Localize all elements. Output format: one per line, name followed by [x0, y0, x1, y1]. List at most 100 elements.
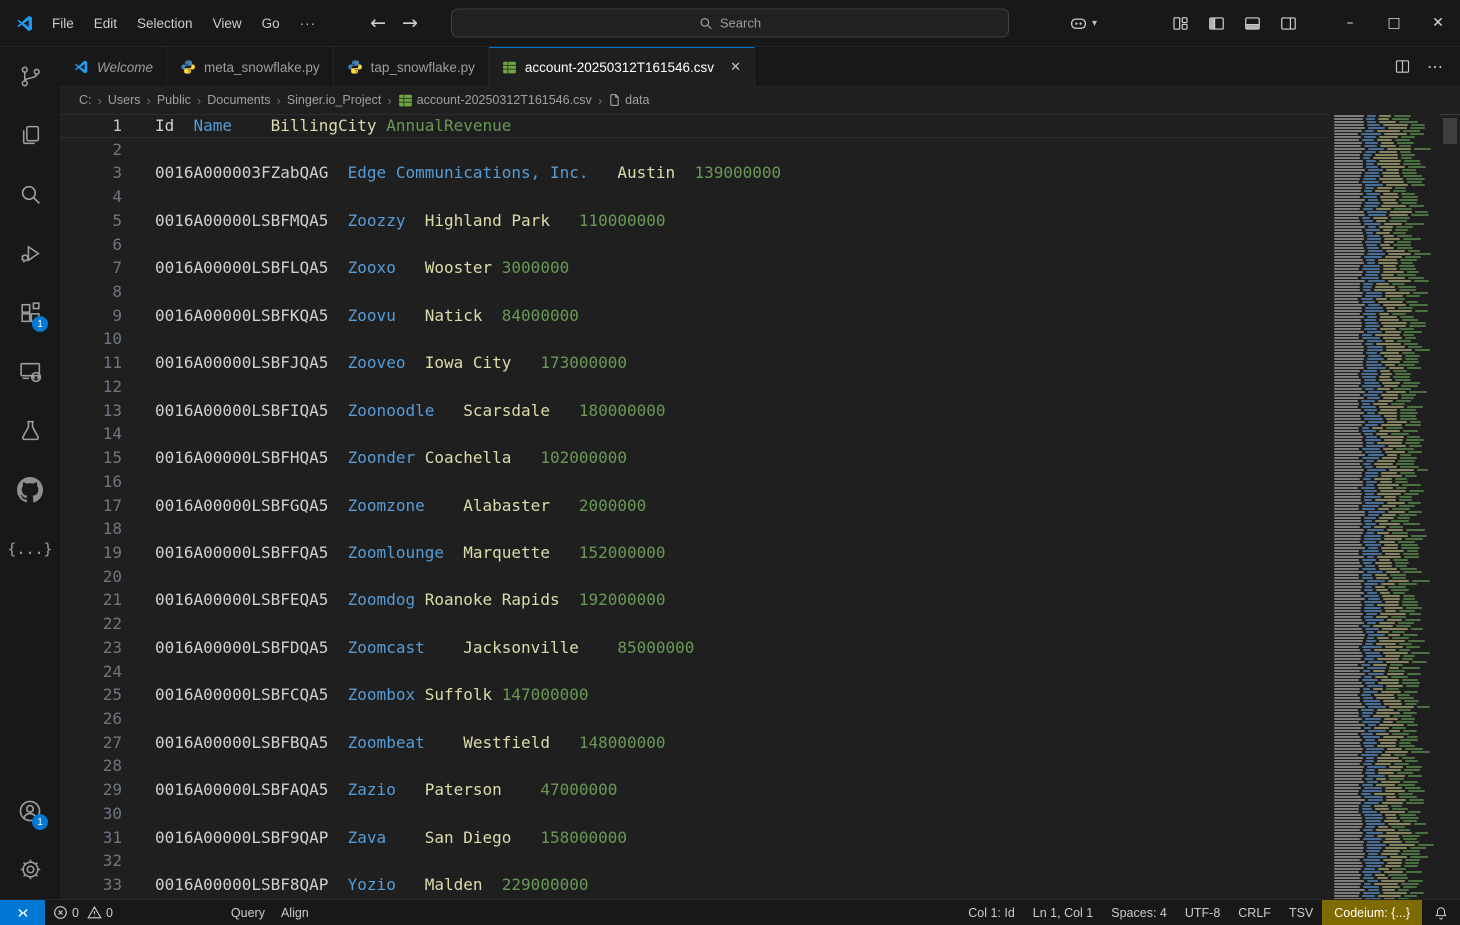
breadcrumb-item[interactable]: account-20250312T161546.csv — [398, 93, 592, 108]
minimize-button[interactable]: – — [1328, 0, 1372, 47]
code-line-33[interactable]: 330016A00000LSBF8QAP Yozio Malden 229000… — [60, 873, 1330, 897]
status-language-mode[interactable]: TSV — [1280, 900, 1322, 925]
breadcrumb: C:›Users›Public›Documents›Singer.io_Proj… — [60, 87, 1460, 113]
toggle-secondary-sidebar-icon[interactable] — [1279, 14, 1298, 33]
scrollbar-thumb[interactable] — [1443, 118, 1457, 144]
accounts-button[interactable]: 1 — [0, 781, 60, 840]
search-input[interactable]: Search — [451, 9, 1009, 38]
sidebar-item-github[interactable] — [0, 460, 60, 519]
menu-edit[interactable]: Edit — [84, 11, 127, 36]
code-line-19[interactable]: 190016A00000LSBFFQA5 Zoomlounge Marquett… — [60, 541, 1330, 565]
code-line-4[interactable]: 4 — [60, 185, 1330, 209]
notifications-bell[interactable] — [1422, 900, 1460, 925]
code-line-26[interactable]: 26 — [60, 707, 1330, 731]
code-line-29[interactable]: 290016A00000LSBFAQA5 Zazio Paterson 4700… — [60, 778, 1330, 802]
line-text: 0016A00000LSBFGQA5 Zoomzone Alabaster 20… — [155, 494, 646, 518]
remote-indicator[interactable] — [0, 900, 45, 925]
tab-tap-snowflake-py[interactable]: tap_snowflake.py — [334, 47, 489, 87]
menu-view[interactable]: View — [203, 11, 252, 36]
sidebar-item-codeium[interactable]: {...} — [0, 519, 60, 578]
code-line-31[interactable]: 310016A00000LSBF9QAP Zava San Diego 1580… — [60, 826, 1330, 850]
editor[interactable]: 1Id Name BillingCity AnnualRevenue230016… — [60, 113, 1460, 899]
sidebar-item-source-control[interactable] — [0, 47, 60, 106]
code-line-2[interactable]: 2 — [60, 138, 1330, 162]
customize-layout-icon[interactable] — [1171, 14, 1190, 33]
code-line-9[interactable]: 90016A00000LSBFKQA5 Zoovu Natick 8400000… — [60, 304, 1330, 328]
code-line-23[interactable]: 230016A00000LSBFDQA5 Zoomcast Jacksonvil… — [60, 636, 1330, 660]
line-text: 0016A00000LSBFKQA5 Zoovu Natick 84000000 — [155, 304, 579, 328]
code-line-27[interactable]: 270016A00000LSBFBQA5 Zoombeat Westfield … — [60, 731, 1330, 755]
sidebar-item-testing[interactable] — [0, 401, 60, 460]
sidebar-item-search[interactable] — [0, 165, 60, 224]
toggle-panel-icon[interactable] — [1243, 14, 1262, 33]
back-arrow-icon[interactable]: ← — [370, 12, 386, 34]
menu-file[interactable]: File — [42, 11, 84, 36]
breadcrumb-item[interactable]: Documents — [207, 93, 270, 107]
code-line-12[interactable]: 12 — [60, 375, 1330, 399]
code-line-13[interactable]: 130016A00000LSBFIQA5 Zoonoodle Scarsdale… — [60, 399, 1330, 423]
code-line-7[interactable]: 70016A00000LSBFLQA5 Zooxo Wooster 300000… — [60, 256, 1330, 280]
code-line-25[interactable]: 250016A00000LSBFCQA5 Zoombox Suffolk 147… — [60, 683, 1330, 707]
code-line-10[interactable]: 10 — [60, 327, 1330, 351]
code-area[interactable]: 1Id Name BillingCity AnnualRevenue230016… — [60, 114, 1330, 899]
sidebar-item-run-debug[interactable] — [0, 224, 60, 283]
toggle-primary-sidebar-icon[interactable] — [1207, 14, 1226, 33]
code-line-3[interactable]: 30016A000003FZabQAG Edge Communications,… — [60, 161, 1330, 185]
code-line-6[interactable]: 6 — [60, 233, 1330, 257]
tab-welcome[interactable]: Welcome — [60, 47, 167, 87]
status-align[interactable]: Align — [273, 900, 317, 925]
split-editor-icon[interactable] — [1394, 58, 1411, 75]
code-line-28[interactable]: 28 — [60, 754, 1330, 778]
status-encoding[interactable]: UTF-8 — [1176, 900, 1229, 925]
code-line-18[interactable]: 18 — [60, 517, 1330, 541]
tab-meta-snowflake-py[interactable]: meta_snowflake.py — [167, 47, 334, 87]
minimap[interactable] — [1332, 115, 1440, 899]
code-line-20[interactable]: 20 — [60, 565, 1330, 589]
close-button[interactable]: ✕ — [1416, 0, 1460, 47]
tab-close-icon[interactable]: ✕ — [730, 59, 741, 75]
more-actions-icon[interactable]: ⋯ — [1427, 57, 1444, 77]
breadcrumb-item[interactable]: Public — [157, 93, 191, 107]
code-line-32[interactable]: 32 — [60, 849, 1330, 873]
line-number: 25 — [60, 683, 122, 707]
code-line-22[interactable]: 22 — [60, 612, 1330, 636]
code-line-15[interactable]: 150016A00000LSBFHQA5 Zoonder Coachella 1… — [60, 446, 1330, 470]
code-line-24[interactable]: 24 — [60, 660, 1330, 684]
breadcrumb-item[interactable]: Singer.io_Project — [287, 93, 382, 107]
warning-icon — [87, 905, 102, 920]
status-codeium[interactable]: Codeium: {...} — [1322, 900, 1422, 925]
code-line-21[interactable]: 210016A00000LSBFEQA5 Zoomdog Roanoke Rap… — [60, 588, 1330, 612]
maximize-button[interactable]: □ — [1372, 0, 1416, 47]
sidebar-item-explorer[interactable] — [0, 106, 60, 165]
status-query[interactable]: Query — [223, 900, 273, 925]
code-line-14[interactable]: 14 — [60, 422, 1330, 446]
tab-account-20250312t161546-csv[interactable]: account-20250312T161546.csv✕ — [489, 47, 755, 87]
line-number: 20 — [60, 565, 122, 589]
status-indentation[interactable]: Spaces: 4 — [1102, 900, 1176, 925]
problems-indicator[interactable]: 0 0 — [45, 900, 121, 925]
breadcrumb-item[interactable]: C: — [79, 93, 92, 107]
menu-go[interactable]: Go — [252, 11, 290, 36]
breadcrumb-item[interactable]: data — [608, 93, 649, 107]
settings-button[interactable] — [0, 840, 60, 899]
sidebar-item-remote-explorer[interactable] — [0, 342, 60, 401]
vertical-scrollbar[interactable] — [1440, 114, 1460, 899]
menu-overflow[interactable]: ··· — [290, 11, 327, 36]
code-line-17[interactable]: 170016A00000LSBFGQA5 Zoomzone Alabaster … — [60, 494, 1330, 518]
status-cursor-position[interactable]: Ln 1, Col 1 — [1024, 900, 1102, 925]
breadcrumb-item[interactable]: Users — [108, 93, 141, 107]
status-eol[interactable]: CRLF — [1229, 900, 1280, 925]
code-line-8[interactable]: 8 — [60, 280, 1330, 304]
status-cursor-column[interactable]: Col 1: Id — [959, 900, 1024, 925]
forward-arrow-icon[interactable]: → — [402, 12, 418, 34]
line-text: 0016A00000LSBFEQA5 Zoomdog Roanoke Rapid… — [155, 588, 666, 612]
codeium-icon: {...} — [7, 540, 52, 558]
sidebar-item-extensions[interactable]: 1 — [0, 283, 60, 342]
copilot-menu[interactable]: ▾ — [1068, 13, 1097, 34]
code-line-1[interactable]: 1Id Name BillingCity AnnualRevenue — [60, 114, 1330, 138]
code-line-11[interactable]: 110016A00000LSBFJQA5 Zooveo Iowa City 17… — [60, 351, 1330, 375]
code-line-5[interactable]: 50016A00000LSBFMQA5 Zoozzy Highland Park… — [60, 209, 1330, 233]
code-line-30[interactable]: 30 — [60, 802, 1330, 826]
code-line-16[interactable]: 16 — [60, 470, 1330, 494]
menu-selection[interactable]: Selection — [127, 11, 203, 36]
